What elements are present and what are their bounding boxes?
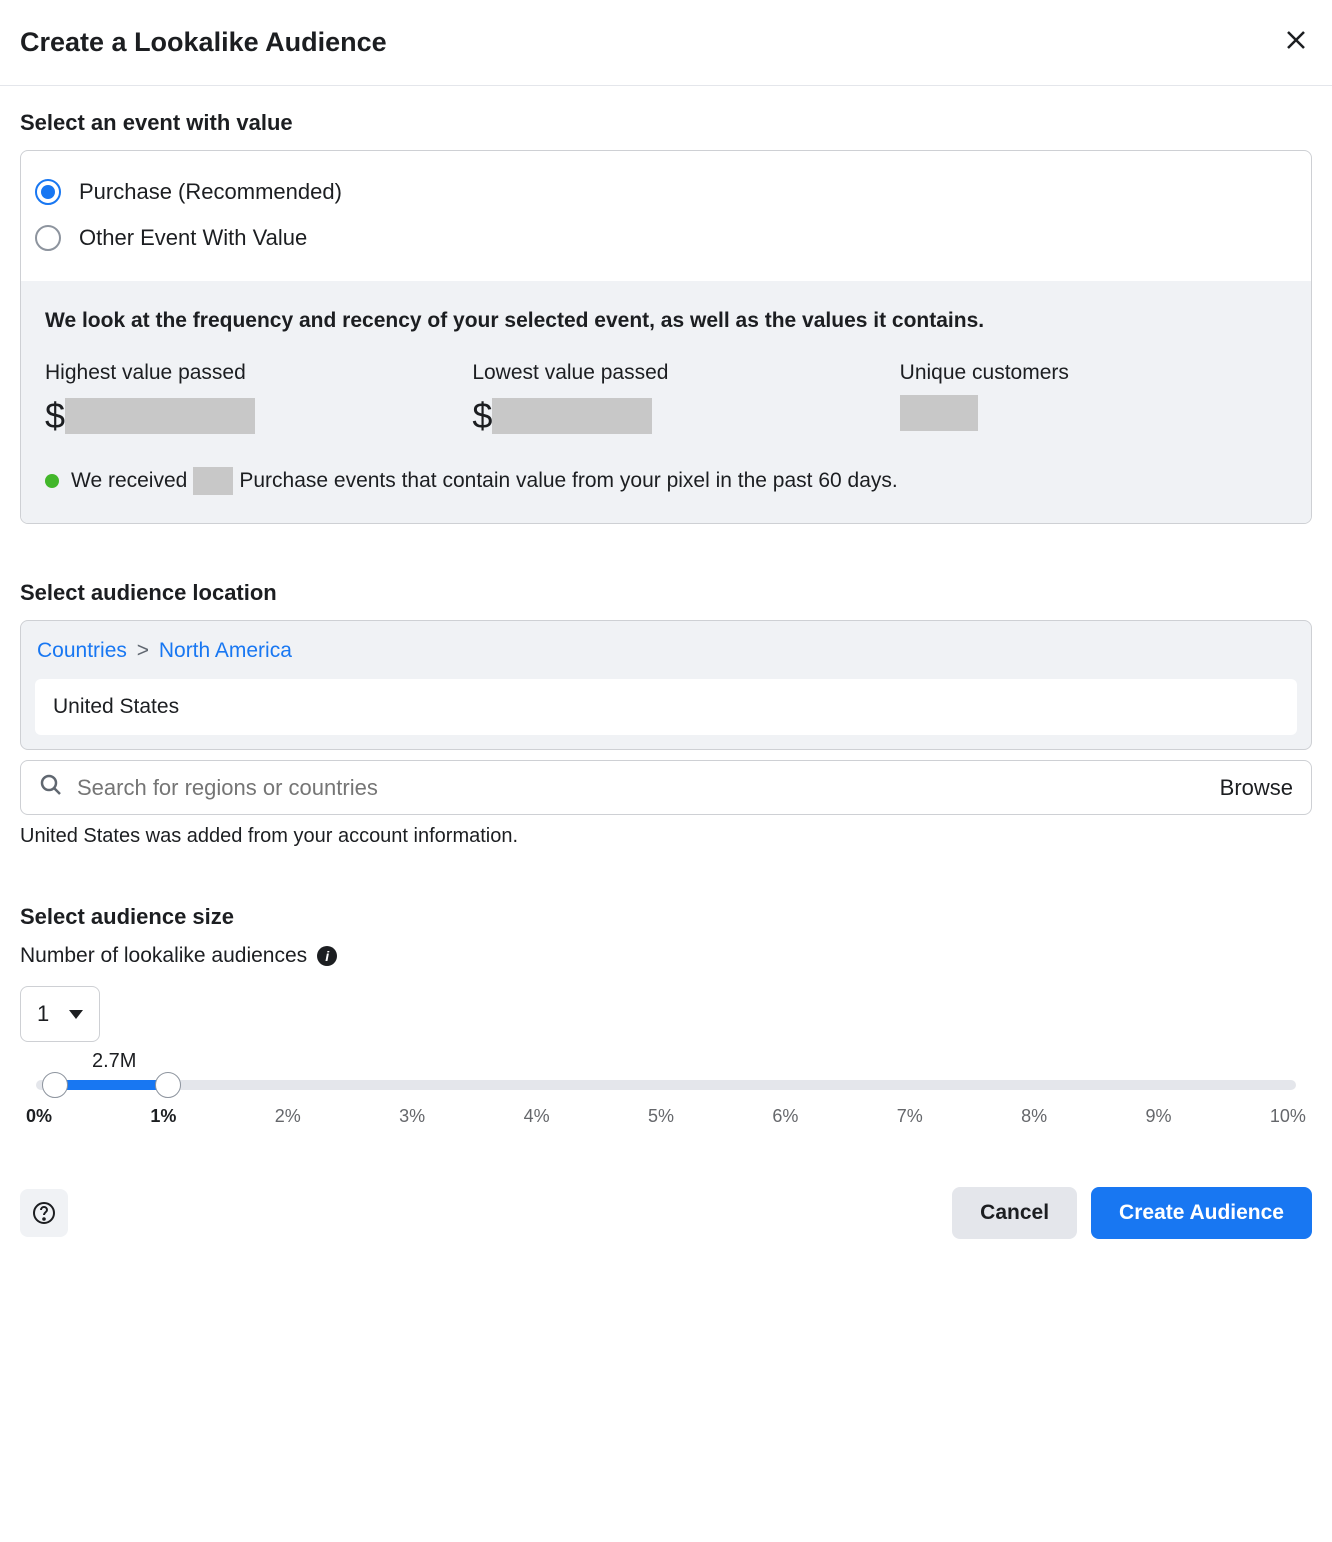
info-icon[interactable]: i [317,946,337,966]
lowest-value: $ [472,395,859,437]
location-search-input[interactable] [77,775,1206,801]
browse-link[interactable]: Browse [1220,775,1293,801]
tick-10: 10% [1270,1106,1306,1127]
tick-7: 7% [897,1106,923,1127]
tick-8: 8% [1021,1106,1047,1127]
close-button[interactable] [1280,24,1312,61]
size-sublabel-row: Number of lookalike audiences i [20,944,1312,968]
unique-value [900,395,1287,431]
slider-fill [55,1080,168,1090]
event-card: Purchase (Recommended) Other Event With … [20,150,1312,524]
help-icon [32,1201,56,1225]
chevron-down-icon [69,1010,83,1019]
tick-6: 6% [772,1106,798,1127]
tick-1: 1% [150,1106,176,1127]
slider-ticks: 0% 1% 2% 3% 4% 5% 6% 7% 8% 9% 10% [20,1106,1312,1127]
close-icon [1284,28,1308,52]
redacted-value [900,395,978,431]
size-sublabel: Number of lookalike audiences [20,944,307,968]
location-card: Countries > North America United States [20,620,1312,750]
breadcrumb-separator: > [137,639,149,662]
tick-4: 4% [524,1106,550,1127]
slider-callout: 2.7M [92,1050,136,1073]
breadcrumb-countries[interactable]: Countries [37,639,127,662]
redacted-value [492,398,652,434]
tick-0: 0% [26,1106,52,1127]
location-selected[interactable]: United States [35,679,1297,735]
radio-other-event[interactable]: Other Event With Value [35,215,1297,261]
tick-3: 3% [399,1106,425,1127]
redacted-count [193,467,233,495]
cancel-button[interactable]: Cancel [952,1187,1077,1239]
audience-count-value: 1 [37,1001,49,1027]
slider-handle-start[interactable] [42,1072,68,1098]
stats-panel: We look at the frequency and recency of … [21,281,1311,523]
size-slider[interactable]: 2.7M 0% 1% 2% 3% 4% 5% 6% 7% 8% 9% 10% [20,1080,1312,1127]
tick-2: 2% [275,1106,301,1127]
location-helper: United States was added from your accoun… [20,825,1312,848]
radio-purchase-label: Purchase (Recommended) [79,179,342,205]
audience-count-select[interactable]: 1 [20,986,100,1042]
radio-indicator [35,179,61,205]
highest-label: Highest value passed [45,361,432,385]
tick-9: 9% [1146,1106,1172,1127]
help-button[interactable] [20,1189,68,1237]
slider-track[interactable] [36,1080,1296,1090]
status-suffix: Purchase events that contain value from … [239,469,897,493]
create-audience-button[interactable]: Create Audience [1091,1187,1312,1239]
size-section-label: Select audience size [20,904,1312,930]
redacted-value [65,398,255,434]
stats-intro: We look at the frequency and recency of … [45,309,1287,333]
search-icon [39,773,63,802]
tick-5: 5% [648,1106,674,1127]
unique-label: Unique customers [900,361,1287,385]
highest-value: $ [45,395,432,437]
radio-purchase[interactable]: Purchase (Recommended) [35,169,1297,215]
status-dot-icon [45,474,59,488]
modal-title: Create a Lookalike Audience [20,27,387,58]
breadcrumb: Countries > North America [35,635,1297,667]
status-line: We received Purchase events that contain… [45,467,1287,495]
radio-other-label: Other Event With Value [79,225,307,251]
status-prefix: We received [71,469,187,493]
breadcrumb-region[interactable]: North America [159,639,292,662]
lowest-label: Lowest value passed [472,361,859,385]
slider-handle-end[interactable] [155,1072,181,1098]
event-section-label: Select an event with value [20,110,1312,136]
location-section-label: Select audience location [20,580,1312,606]
location-search-row[interactable]: Browse [20,760,1312,815]
radio-indicator [35,225,61,251]
